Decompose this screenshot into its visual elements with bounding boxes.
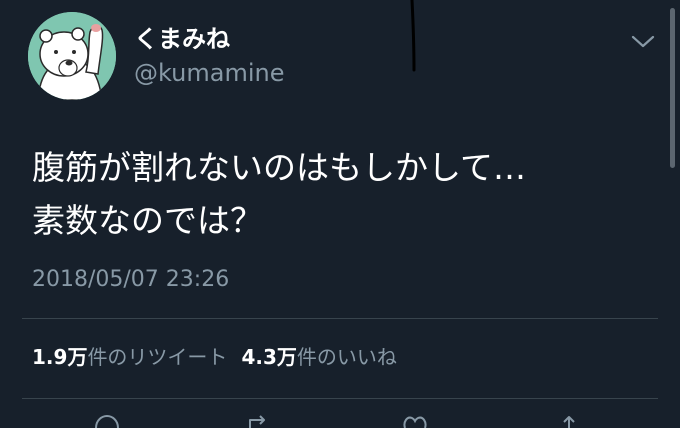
like-count-label: 件のいいね [296,345,397,369]
like-count-number: 4.3 [241,345,277,369]
heart-icon[interactable] [400,414,430,428]
avatar[interactable] [28,12,116,100]
display-name[interactable]: くまみね [134,24,230,54]
divider [22,398,658,399]
like-count[interactable]: 4.3万件のいいね [241,342,396,372]
handwritten-mark [410,0,416,72]
tweet-text-line: 腹筋が割れないのはもしかして… [32,148,527,187]
chevron-down-icon[interactable] [628,30,658,52]
retweet-icon[interactable] [244,414,274,428]
tweet-text: 腹筋が割れないのはもしかして… 素数なのでは？ [32,141,652,247]
polar-bear-icon [28,12,116,100]
user-handle[interactable]: @kumamine [134,58,284,88]
retweet-count[interactable]: 1.9万件のリツイート [32,342,227,372]
retweet-count-unit: 万 [67,345,88,369]
tweet-detail: くまみね @kumamine 腹筋が割れないのはもしかして… 素数なのでは？ 2… [0,0,680,428]
divider [22,318,658,319]
share-icon[interactable] [554,414,584,428]
like-count-unit: 万 [276,345,297,369]
reply-icon[interactable] [92,414,122,428]
tweet-timestamp[interactable]: 2018/05/07 23:26 [32,265,229,295]
scrollbar[interactable] [670,8,675,168]
engagement-stats: 1.9万件のリツイート 4.3万件のいいね [32,342,411,372]
retweet-count-number: 1.9 [32,345,68,369]
tweet-text-line: 素数なのでは？ [32,201,263,240]
retweet-count-label: 件のリツイート [87,345,228,369]
